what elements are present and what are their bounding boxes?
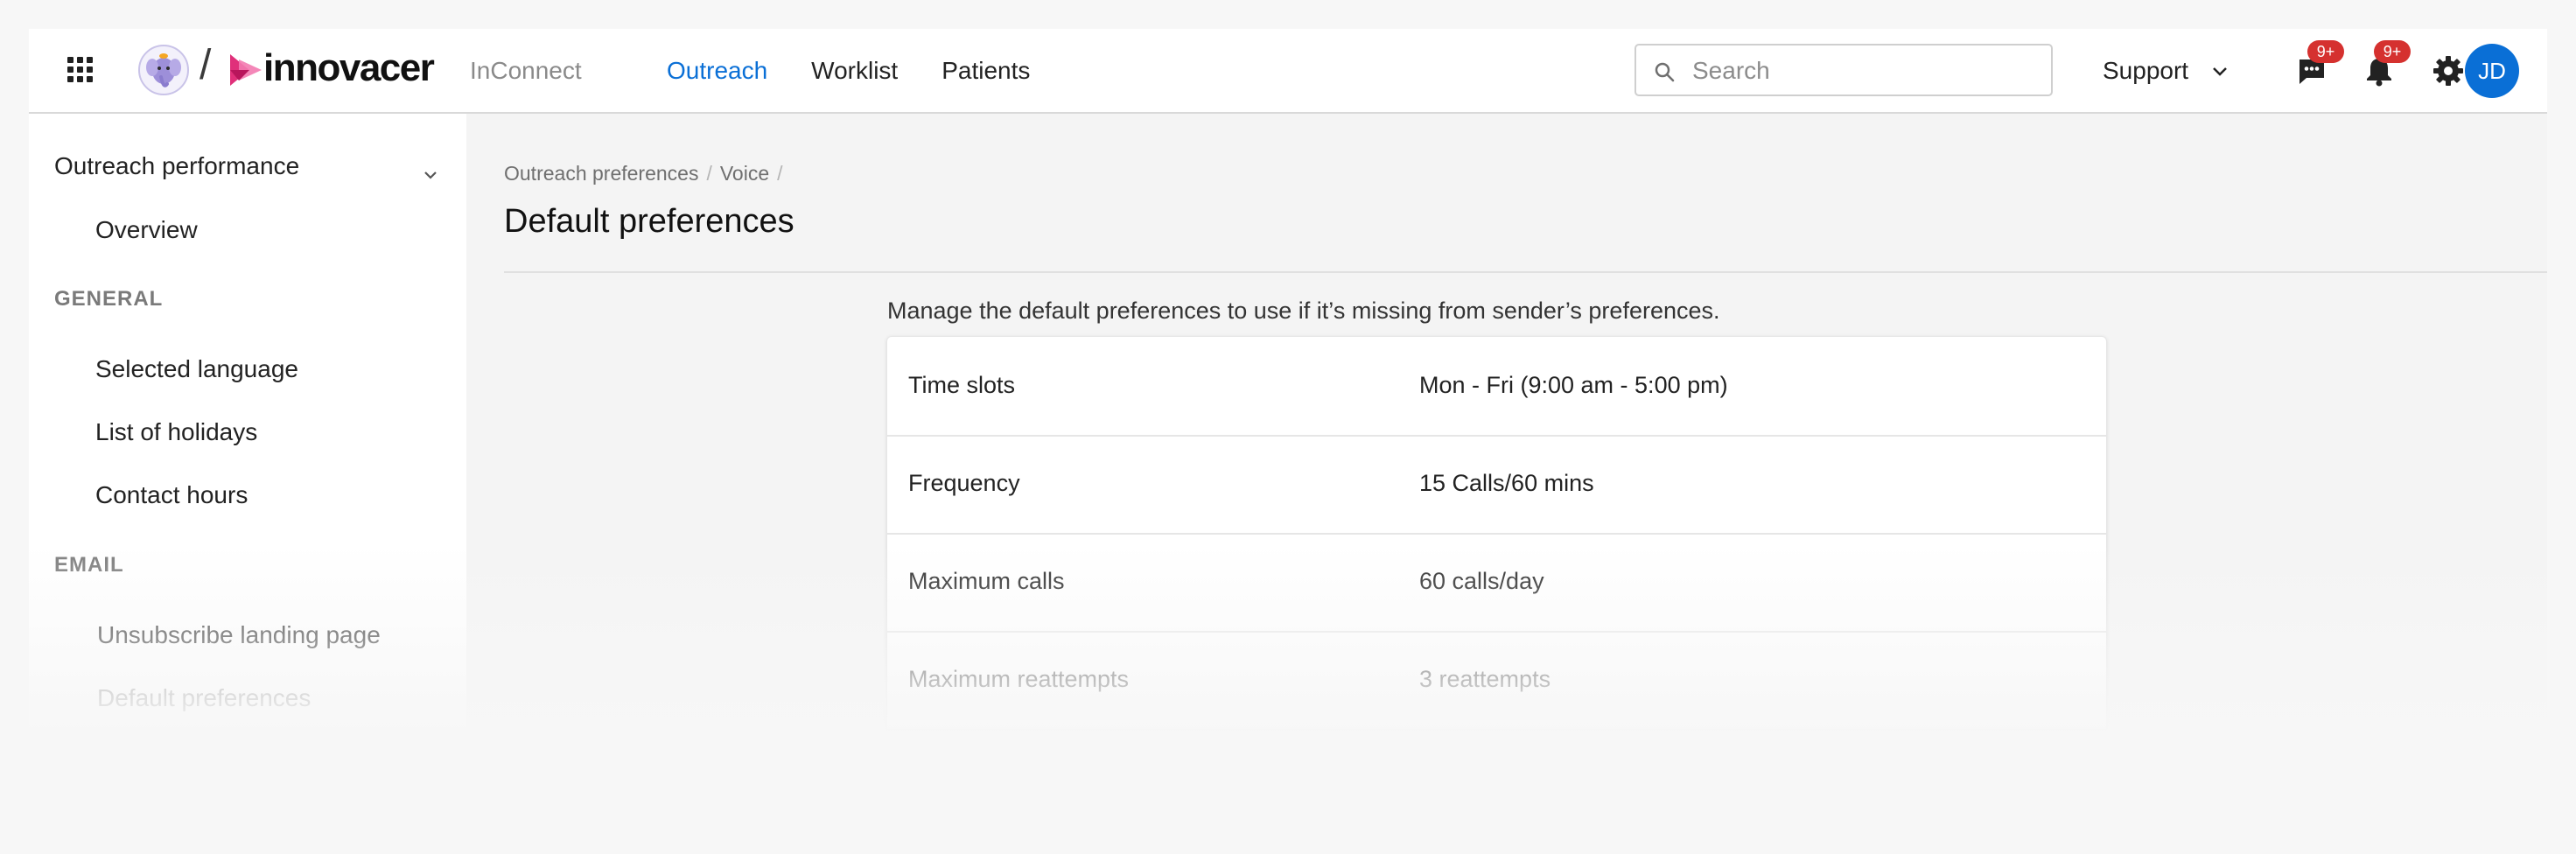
preference-label: Time slots — [908, 372, 1016, 398]
preference-row: Time slots Mon - Fri (9:00 am - 5:00 pm) — [887, 337, 2106, 437]
preference-row: Time gap between reattempts 2 hours — [887, 729, 2106, 825]
preference-value: 2 hours — [1419, 764, 1499, 790]
preference-value: Mon - Fri (9:00 am - 5:00 pm) — [1419, 372, 1728, 398]
nav-patients[interactable]: Patients — [942, 57, 1030, 85]
nav-outreach[interactable]: Outreach — [667, 57, 767, 85]
preference-value: 60 calls/day — [1419, 568, 1544, 594]
title-divider — [504, 271, 2547, 273]
main-nav: Outreach Worklist Patients — [667, 57, 1030, 85]
sidebar-item-selected-language[interactable]: Selected language — [95, 355, 298, 383]
page-title: Default preferences — [504, 203, 794, 240]
preference-row: Frequency 15 Calls/60 mins — [887, 435, 2106, 535]
support-menu[interactable]: Support — [2103, 57, 2188, 85]
sidebar-section-outreach-performance[interactable]: Outreach performance — [54, 152, 299, 180]
preference-row: Maximum reattempts 3 reattempts — [887, 631, 2106, 731]
breadcrumb: Outreach preferences / Voice / — [504, 162, 791, 186]
preference-label: Time gap between reattempts — [908, 764, 1221, 790]
brand-name: innovacer — [263, 46, 435, 89]
preference-label: Maximum calls — [908, 568, 1065, 594]
breadcrumb-outreach-preferences[interactable]: Outreach preferences — [504, 162, 698, 185]
sidebar-heading-email: EMAIL — [54, 553, 124, 577]
page-description: Manage the default preferences to use if… — [887, 298, 1720, 324]
preference-label: Maximum reattempts — [908, 666, 1130, 692]
product-name: InConnect — [470, 57, 582, 84]
sidebar-item-unsubscribe-landing-page[interactable]: Unsubscribe landing page — [97, 621, 381, 649]
search-box — [1634, 44, 2053, 96]
sidebar-heading-general: GENERAL — [54, 287, 164, 311]
sidebar-item-list-of-holidays[interactable]: List of holidays — [95, 418, 257, 446]
search-icon — [1655, 62, 1675, 82]
preference-value: 15 Calls/60 mins — [1419, 470, 1594, 496]
notification-badge: 9+ — [2374, 40, 2411, 63]
user-avatar[interactable]: JD — [2465, 44, 2519, 98]
breadcrumb-separator: / — [706, 162, 712, 185]
sidebar-item-contact-hours[interactable]: Contact hours — [95, 481, 248, 509]
sidebar-item-default-preferences[interactable]: Default preferences — [97, 684, 311, 712]
main-content: Outreach preferences / Voice / Default pref… — [466, 114, 2547, 825]
preferences-card: Time slots Mon - Fri (9:00 am - 5:00 pm)… — [886, 336, 2107, 825]
sidebar: Outreach performance Overview GENERAL Se… — [29, 114, 466, 825]
gear-icon[interactable] — [2432, 55, 2464, 87]
app-grid-icon[interactable] — [67, 57, 94, 83]
elephant-logo-icon[interactable] — [137, 44, 190, 96]
innovaccer-logo-icon — [230, 54, 262, 86]
chevron-down-icon[interactable] — [2210, 62, 2230, 81]
preference-row: Maximum calls 60 calls/day — [887, 533, 2106, 633]
logo-separator: / — [200, 42, 212, 88]
sidebar-heading-text: TEXT — [54, 758, 112, 781]
breadcrumb-voice[interactable]: Voice — [720, 162, 769, 185]
breadcrumb-separator: / — [777, 162, 783, 185]
preference-label: Frequency — [908, 470, 1020, 496]
sidebar-item-overview[interactable]: Overview — [95, 216, 198, 244]
nav-worklist[interactable]: Worklist — [811, 57, 898, 85]
chevron-down-icon[interactable] — [422, 166, 439, 184]
preference-value: 3 reattempts — [1419, 666, 1551, 692]
search-input[interactable] — [1690, 54, 2044, 88]
app-window: / innovacer InConnect Outreach Worklist … — [29, 29, 2547, 825]
chat-badge: 9+ — [2307, 40, 2344, 63]
top-header: / innovacer InConnect Outreach Worklist … — [29, 29, 2547, 114]
